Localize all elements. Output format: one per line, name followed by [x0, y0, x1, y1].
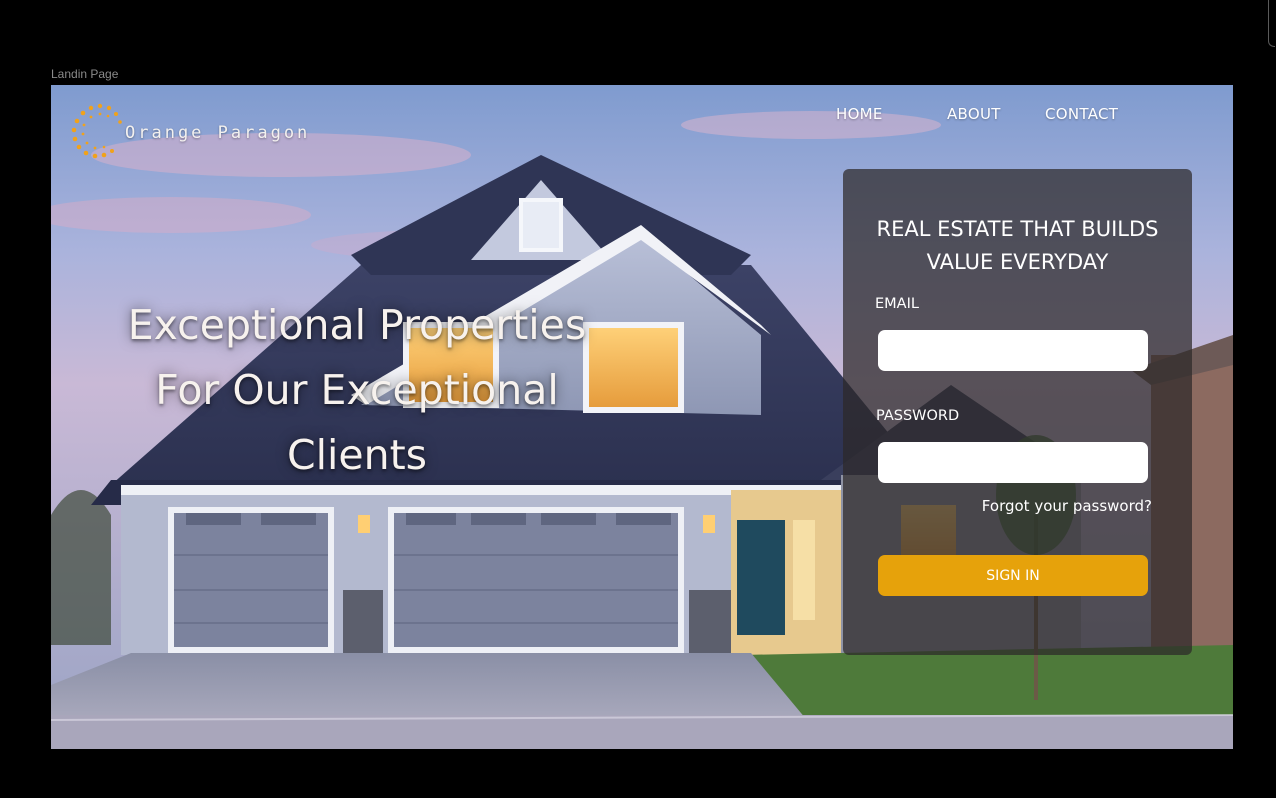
frame-label: Landin Page	[51, 67, 119, 81]
nav-about-link[interactable]: ABOUT	[947, 105, 1001, 123]
hero-heading: Exceptional Properties For Our Exception…	[99, 293, 615, 488]
login-panel: REAL ESTATE THAT BUILDS VALUE EVERYDAY E…	[843, 169, 1192, 655]
brand-name[interactable]: Orange Paragon	[125, 123, 310, 143]
top-nav: HOME ABOUT CONTACT	[51, 105, 1233, 125]
nav-home-link[interactable]: HOME	[836, 105, 883, 123]
hero-heading-line: For Our Exceptional	[155, 366, 559, 414]
scrollbar-edge[interactable]	[1268, 0, 1275, 47]
login-panel-title-line: REAL ESTATE THAT BUILDS	[876, 217, 1159, 241]
login-panel-title-line: VALUE EVERYDAY	[926, 250, 1109, 274]
nav-contact-link[interactable]: CONTACT	[1045, 105, 1118, 123]
login-panel-title: REAL ESTATE THAT BUILDS VALUE EVERYDAY	[843, 213, 1192, 279]
sign-in-button[interactable]: SIGN IN	[878, 555, 1148, 596]
email-label: EMAIL	[875, 296, 919, 312]
password-label: PASSWORD	[876, 408, 960, 424]
password-field[interactable]	[878, 442, 1148, 483]
email-field[interactable]	[878, 330, 1148, 371]
landing-page: Orange Paragon HOME ABOUT CONTACT Except…	[51, 85, 1233, 749]
hero-heading-line: Exceptional Properties	[127, 301, 587, 349]
forgot-password-link[interactable]: Forgot your password?	[982, 497, 1152, 515]
hero-heading-line: Clients	[286, 431, 428, 479]
